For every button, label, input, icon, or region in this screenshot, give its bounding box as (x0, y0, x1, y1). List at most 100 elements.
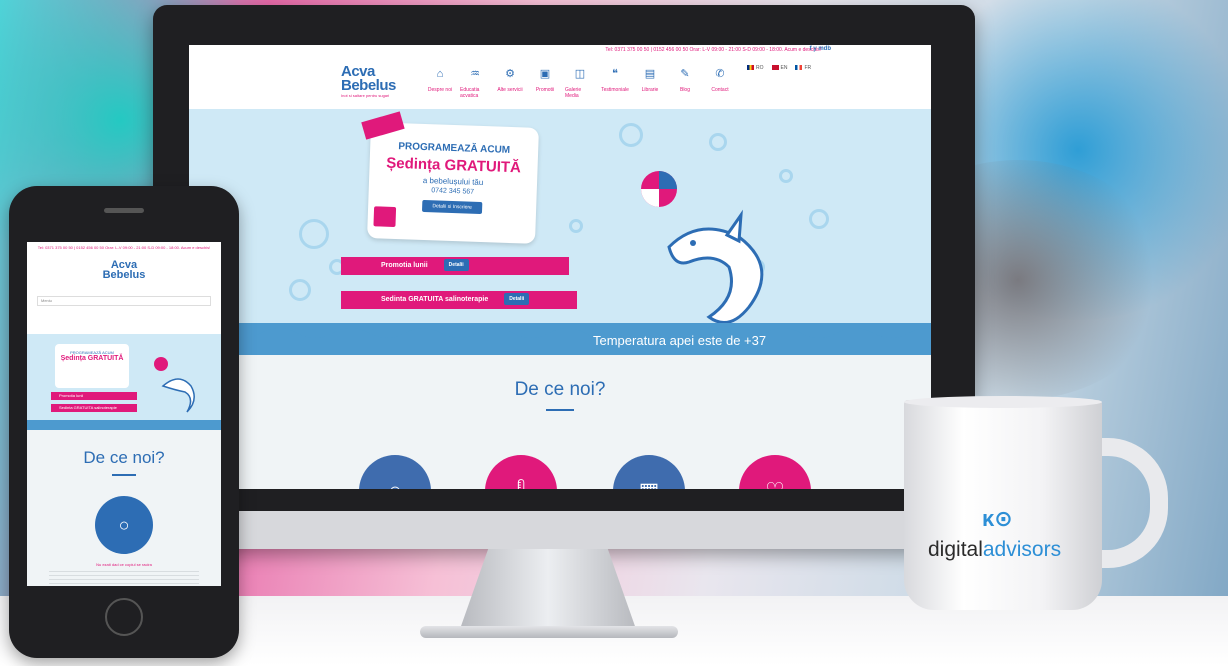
nav-item-blog[interactable]: ✎ Blog (670, 61, 700, 99)
lang-ro[interactable]: RO (747, 65, 764, 71)
lang-en[interactable]: EN (771, 65, 787, 71)
site-logo[interactable]: Acva Bebelus Inot si saltare pentru suga… (341, 64, 411, 103)
water-waves (189, 323, 931, 355)
promo-card: PROGRAMEAZĂ ACUM Ședința GRATUITĂ a bebe… (361, 111, 539, 244)
nav-item-promotii[interactable]: ▣ Promotii (530, 61, 560, 99)
banner-label: Sedinta GRATUITA salinoterapie (381, 296, 489, 303)
quote-icon: ❝ (612, 68, 618, 80)
contact-icon: ✆ (715, 68, 725, 80)
gift-icon: ▣ (539, 68, 551, 80)
nav-label: Librarie (641, 87, 659, 93)
mobile-hero: PROGRAMEAZĂ ACUM Ședința GRATUITĂ Promot… (27, 334, 221, 430)
banner-details-button[interactable]: Detalii (443, 259, 469, 272)
why-us-section: De ce noi? ○ 🌡 ▦ ♡ (189, 355, 931, 489)
bubble (709, 133, 727, 151)
feature-description (49, 571, 199, 585)
nav-label: Galerie Media (565, 87, 582, 99)
monitor-stand (460, 549, 636, 629)
fr-flag-icon (795, 65, 803, 71)
bubbles-icon[interactable]: ○ (95, 496, 153, 554)
nav-label: Testimoniale (601, 87, 629, 93)
water-waves (27, 420, 221, 430)
phone-speaker (104, 208, 144, 213)
nav-label: Promotii (535, 87, 555, 93)
mobile-why-us: De ce noi? ○ Nu ezati dad ce copiul se r… (27, 430, 221, 586)
home-icon: ⌂ (436, 68, 444, 80)
feature-text: Nu ezati dad ce copiul se racira (96, 562, 152, 567)
pen-icon: ✎ (680, 68, 690, 80)
card-headline: Ședința GRATUITĂ (385, 154, 522, 177)
brand-accent: advisors (982, 538, 1062, 561)
mug-brand: digitaladvisors (928, 538, 1061, 562)
hero-banner: PROGRAMEAZĂ ACUM Ședința GRATUITĂ a bebe… (189, 109, 931, 355)
monitor-base (420, 626, 678, 638)
bubble (289, 279, 311, 301)
language-switcher: RO EN FR (747, 65, 811, 71)
section-title: De ce noi? (83, 448, 165, 467)
digitaladvisors-logo-icon: ᴋ⊙ (982, 506, 1013, 531)
title-underline (112, 474, 136, 476)
gift-icon (373, 206, 397, 228)
logo-line2: Bebelus (102, 269, 146, 281)
heart-icon[interactable]: ♡ (739, 455, 811, 489)
nav-item-servicii[interactable]: ⚙ Alte servicii (495, 61, 525, 99)
social-links[interactable]: f y mdb (810, 46, 831, 52)
swim-icon: ♒ (470, 68, 480, 80)
logo-tagline: Inot si saltare pentru sugari (341, 93, 390, 98)
section-title: De ce noi? (514, 379, 606, 400)
bubble (299, 219, 329, 249)
website-screen: Tel: 0371 375 00 50 | 0152 456 00 50 Ora… (189, 45, 931, 489)
nav-label: Despre noi (427, 87, 453, 93)
mobile-promo-card: PROGRAMEAZĂ ACUM Ședința GRATUITĂ (55, 344, 129, 388)
mobile-topbar: Tel: 0371 375 00 50 | 0152 456 00 50 Ora… (37, 245, 211, 250)
mobile-logo[interactable]: Acva Bebelus (27, 260, 221, 281)
monitor-chin (153, 511, 975, 549)
nav-item-testimoniale[interactable]: ❝ Testimoniale (600, 61, 630, 99)
banner-details-button[interactable]: Detalii (504, 293, 530, 306)
nav-item-librarie[interactable]: ▤ Librarie (635, 61, 665, 99)
salinoterapie-banner: Sedinta GRATUITA salinoterapie Detalii (341, 291, 577, 309)
mobile-banner[interactable]: Promotia lunii (51, 392, 137, 400)
media-icon: ◫ (574, 68, 586, 80)
dolphin-illustration (154, 357, 195, 413)
nav-item-educatia[interactable]: ♒ Educatia acvatica (460, 61, 490, 99)
dolphin-illustration (641, 171, 764, 325)
card-headline: Ședința GRATUITĂ (60, 355, 124, 362)
branded-mug (904, 400, 1102, 610)
blocks-icon[interactable]: ▦ (613, 455, 685, 489)
en-flag-icon (771, 65, 779, 71)
banner-label: Promotia lunii (381, 262, 428, 269)
ro-flag-icon (747, 65, 754, 71)
home-button[interactable] (105, 598, 143, 636)
nav-label: Contact (711, 87, 729, 93)
nav-item-despre[interactable]: ⌂ Despre noi (425, 61, 455, 99)
mobile-screen: Tel: 0371 375 00 50 | 0152 456 00 50 Ora… (27, 242, 221, 586)
nav-item-galerie[interactable]: ◫ Galerie Media (565, 61, 595, 99)
service-icon: ⚙ (505, 68, 515, 80)
title-underline (546, 409, 574, 411)
bubble (619, 123, 643, 147)
bubbles-icon[interactable]: ○ (359, 455, 431, 489)
nav-label: Educatia acvatica (460, 87, 480, 99)
mobile-banner[interactable]: Sedinta GRATUITA salinoterapie (51, 404, 137, 412)
bubble (569, 219, 583, 233)
thermometer-icon[interactable]: 🌡 (485, 455, 557, 489)
nav-label: Alte servicii (497, 87, 523, 93)
book-icon: ▤ (644, 68, 656, 80)
logo-line2: Bebelus (341, 77, 396, 94)
smartphone: Tel: 0371 375 00 50 | 0152 456 00 50 Ora… (9, 186, 239, 658)
bubble (779, 169, 793, 183)
ribbon-icon (361, 111, 405, 140)
promo-banner: Promotia lunii Detalii (341, 257, 569, 275)
brand-plain: digital (928, 538, 983, 561)
lang-fr[interactable]: FR (795, 65, 811, 71)
mug-rim (904, 396, 1102, 408)
desktop-monitor: Tel: 0371 375 00 50 | 0152 456 00 50 Ora… (153, 5, 975, 549)
nav-item-contact[interactable]: ✆ Contact (705, 61, 735, 99)
nav-label: Blog (679, 87, 690, 93)
main-nav: ⌂ Despre noi ♒ Educatia acvatica ⚙ Alte ser… (425, 61, 735, 99)
mobile-menu-toggle[interactable]: Meniu (37, 296, 211, 306)
water-temperature: Temperatura apei este de +37 (593, 333, 767, 348)
signup-button[interactable]: Detalii si Inscriere (422, 199, 483, 215)
bubble (809, 209, 829, 229)
